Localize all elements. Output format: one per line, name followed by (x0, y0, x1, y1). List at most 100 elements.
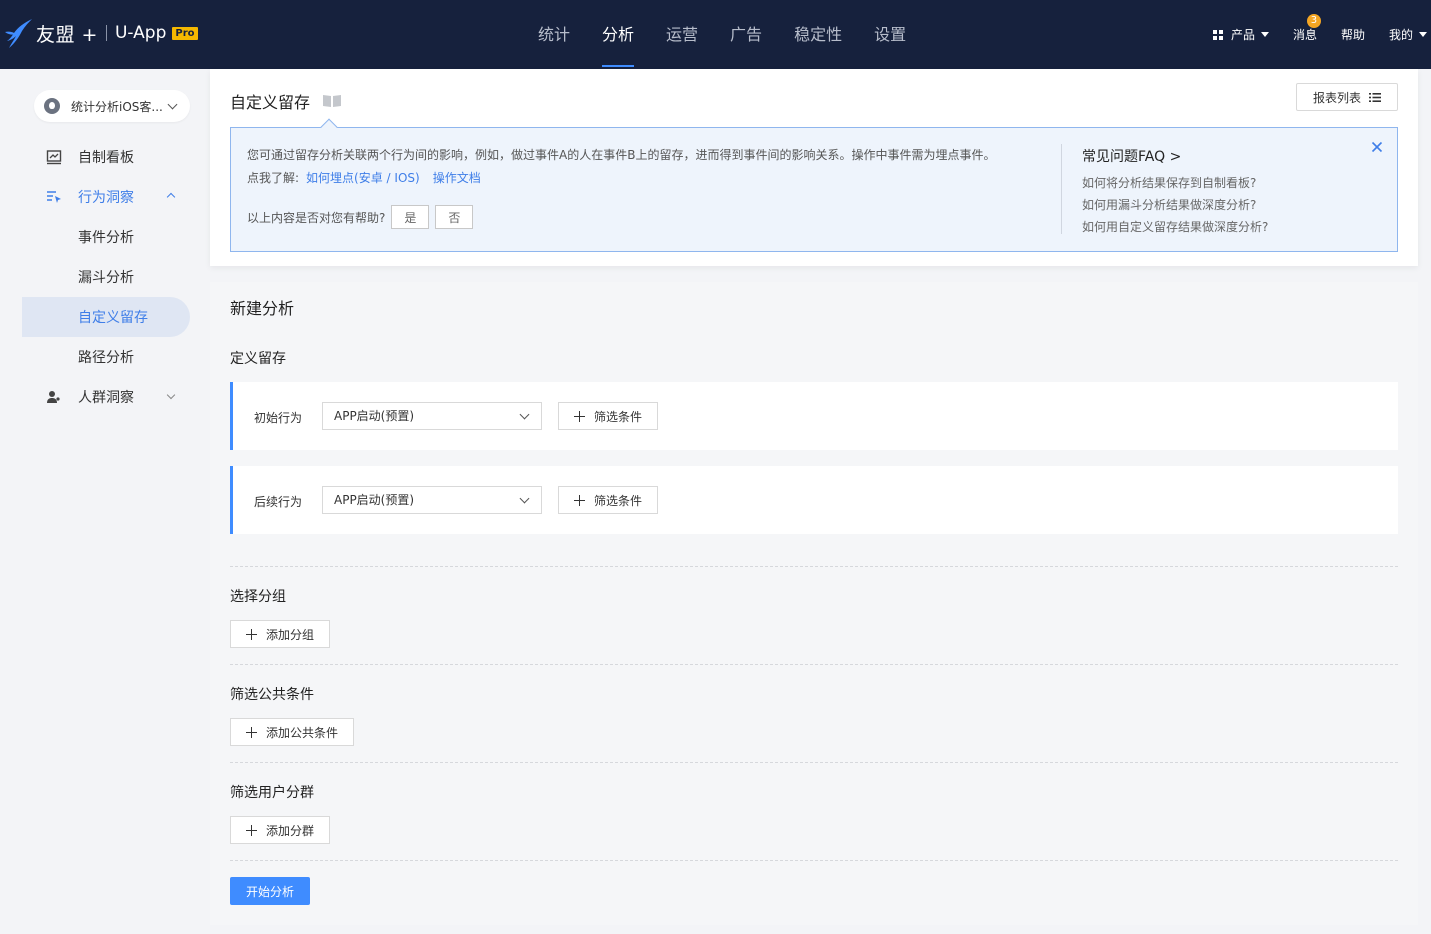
section-divider (230, 762, 1398, 763)
help-link[interactable]: 帮助 (1341, 26, 1365, 43)
list-icon (1369, 92, 1381, 102)
nav-tab-ads[interactable]: 广告 (730, 0, 762, 69)
tip-divider (1061, 144, 1062, 234)
chevron-down-icon (519, 409, 530, 420)
plus-icon (573, 410, 585, 422)
start-analysis-button[interactable]: 开始分析 (230, 877, 310, 905)
app-selector[interactable]: 统计分析iOS客... (34, 90, 190, 122)
followup-behavior-value: APP启动(预置) (334, 493, 415, 507)
nav-tab-stability[interactable]: 稳定性 (794, 0, 842, 69)
header-card: 自定义留存 报表列表 您可通过留存分析关联两个行为间的影响，例如，做过事件A的人… (210, 69, 1418, 266)
add-common-label: 添加公共条件 (266, 725, 339, 740)
helpful-question: 以上内容是否对您有帮助? (247, 210, 386, 225)
sidebar-item-path-analysis[interactable]: 路径分析 (22, 337, 190, 377)
followup-behavior-select[interactable]: APP启动(预置) (322, 486, 542, 514)
sidebar-item-dashboard[interactable]: 自制看板 (22, 137, 190, 177)
section-divider (230, 566, 1398, 567)
user-segment-title: 筛选用户分群 (230, 785, 314, 801)
helpful-no-button[interactable]: 否 (435, 205, 474, 229)
sidebar-item-label: 行为洞察 (78, 190, 134, 206)
umeng-logo[interactable]: 友盟 + U-App Pro (4, 16, 198, 50)
add-group-button[interactable]: 添加分组 (230, 620, 331, 648)
analysis-form-card: 新建分析 定义留存 初始行为 APP启动(预置) 筛选条件 后续行为 APP启动… (210, 282, 1418, 925)
umeng-bird-icon (5, 19, 32, 48)
sidebar-item-funnel-analysis[interactable]: 漏斗分析 (22, 257, 190, 297)
chevron-down-icon (166, 390, 176, 400)
add-segment-button[interactable]: 添加分群 (230, 816, 331, 844)
pro-badge: Pro (172, 26, 198, 40)
tip-description: 您可通过留存分析关联两个行为间的影响，例如，做过事件A的人在事件B上的留存，进而… (247, 148, 996, 162)
filter-label: 筛选条件 (593, 493, 642, 508)
account-menu[interactable]: 我的 (1389, 26, 1427, 43)
chart-board-icon (46, 150, 62, 165)
plus-icon (246, 726, 257, 738)
sidebar-item-behavior[interactable]: 行为洞察 (22, 177, 190, 217)
product-menu[interactable]: 产品 (1212, 26, 1269, 43)
tip-notch (320, 118, 338, 136)
chevron-up-icon (166, 192, 176, 202)
behavior-insight-icon (47, 191, 61, 203)
sidebar-item-label: 人群洞察 (78, 390, 134, 406)
grid-icon (1212, 29, 1223, 40)
nav-tab-stats[interactable]: 统计 (538, 0, 570, 69)
chevron-down-icon (519, 493, 530, 504)
add-common-filter-button[interactable]: 添加公共条件 (230, 718, 355, 746)
people-icon (47, 391, 60, 403)
sidebar: 统计分析iOS客... 自制看板 行为洞察 事件分析 漏斗分析 自定义留存 路径… (0, 69, 210, 934)
user-nav: 产品 消息 3 帮助 我的 (1212, 0, 1431, 69)
book-icon[interactable] (322, 94, 342, 108)
initial-behavior-select[interactable]: APP启动(预置) (322, 402, 542, 430)
faq-question[interactable]: 如何用漏斗分析结果做深度分析? (1082, 194, 1268, 216)
faq-question[interactable]: 如何将分析结果保存到自制看板? (1082, 172, 1268, 194)
caret-down-icon (1419, 32, 1427, 37)
sidebar-item-custom-retention[interactable]: 自定义留存 (22, 297, 190, 337)
tip-panel: 您可通过留存分析关联两个行为间的影响，例如，做过事件A的人在事件B上的留存，进而… (230, 118, 1398, 252)
sidebar-menu: 自制看板 行为洞察 事件分析 漏斗分析 自定义留存 路径分析 人群洞察 (22, 137, 190, 417)
faq-title-link[interactable]: 常见问题FAQ > (1082, 146, 1268, 166)
followup-behavior-row: 后续行为 APP启动(预置) 筛选条件 (230, 466, 1398, 534)
main-nav: 统计 分析 运营 广告 稳定性 设置 (538, 0, 938, 69)
brand-name: 友盟 + (36, 23, 98, 46)
followup-filter-button[interactable]: 筛选条件 (558, 486, 658, 514)
report-list-button[interactable]: 报表列表 (1296, 83, 1398, 111)
product-label: 产品 (1230, 28, 1255, 42)
sidebar-item-label: 自制看板 (78, 150, 134, 166)
apple-icon (44, 98, 60, 114)
faq-question[interactable]: 如何用自定义留存结果做深度分析? (1082, 216, 1268, 238)
page-title: 自定义留存 (230, 89, 342, 113)
app-name: U-App (114, 23, 167, 43)
caret-down-icon (1260, 32, 1269, 37)
tracking-howto-link[interactable]: 如何埋点(安卓 / IOS) (306, 169, 420, 186)
add-group-label: 添加分组 (266, 627, 315, 642)
common-filter-title: 筛选公共条件 (230, 687, 314, 703)
new-analysis-title: 新建分析 (230, 299, 295, 318)
helpful-yes-button[interactable]: 是 (391, 205, 430, 229)
group-title: 选择分组 (230, 589, 286, 605)
initial-behavior-value: APP启动(预置) (334, 409, 415, 423)
nav-tab-operations[interactable]: 运营 (666, 0, 698, 69)
app-selector-label: 统计分析iOS客... (71, 99, 163, 114)
filter-label: 筛选条件 (593, 409, 642, 424)
messages-link[interactable]: 消息 3 (1292, 14, 1321, 43)
nav-tab-settings[interactable]: 设置 (874, 0, 906, 69)
account-label: 我的 (1388, 28, 1413, 42)
message-count-badge: 3 (1306, 14, 1321, 28)
sidebar-item-crowd[interactable]: 人群洞察 (22, 377, 190, 417)
nav-tab-analysis[interactable]: 分析 (602, 0, 635, 69)
messages-label: 消息 (1292, 28, 1317, 42)
helpful-feedback: 以上内容是否对您有帮助? 是 否 (247, 205, 474, 229)
operation-doc-link[interactable]: 操作文档 (433, 169, 481, 186)
close-icon[interactable] (1371, 141, 1383, 153)
initial-filter-button[interactable]: 筛选条件 (558, 402, 658, 430)
initial-behavior-label: 初始行为 (254, 411, 303, 425)
section-divider (230, 664, 1398, 665)
report-list-label: 报表列表 (1312, 90, 1361, 105)
page-title-text: 自定义留存 (230, 93, 311, 112)
top-navbar: 友盟 + U-App Pro 统计 分析 运营 广告 稳定性 设置 产品 消息 … (0, 0, 1431, 69)
add-segment-label: 添加分群 (266, 823, 315, 838)
sidebar-item-event-analysis[interactable]: 事件分析 (22, 217, 190, 257)
plus-icon (246, 824, 257, 836)
followup-behavior-label: 后续行为 (254, 495, 303, 509)
plus-icon (573, 494, 585, 506)
help-label: 帮助 (1340, 28, 1365, 42)
